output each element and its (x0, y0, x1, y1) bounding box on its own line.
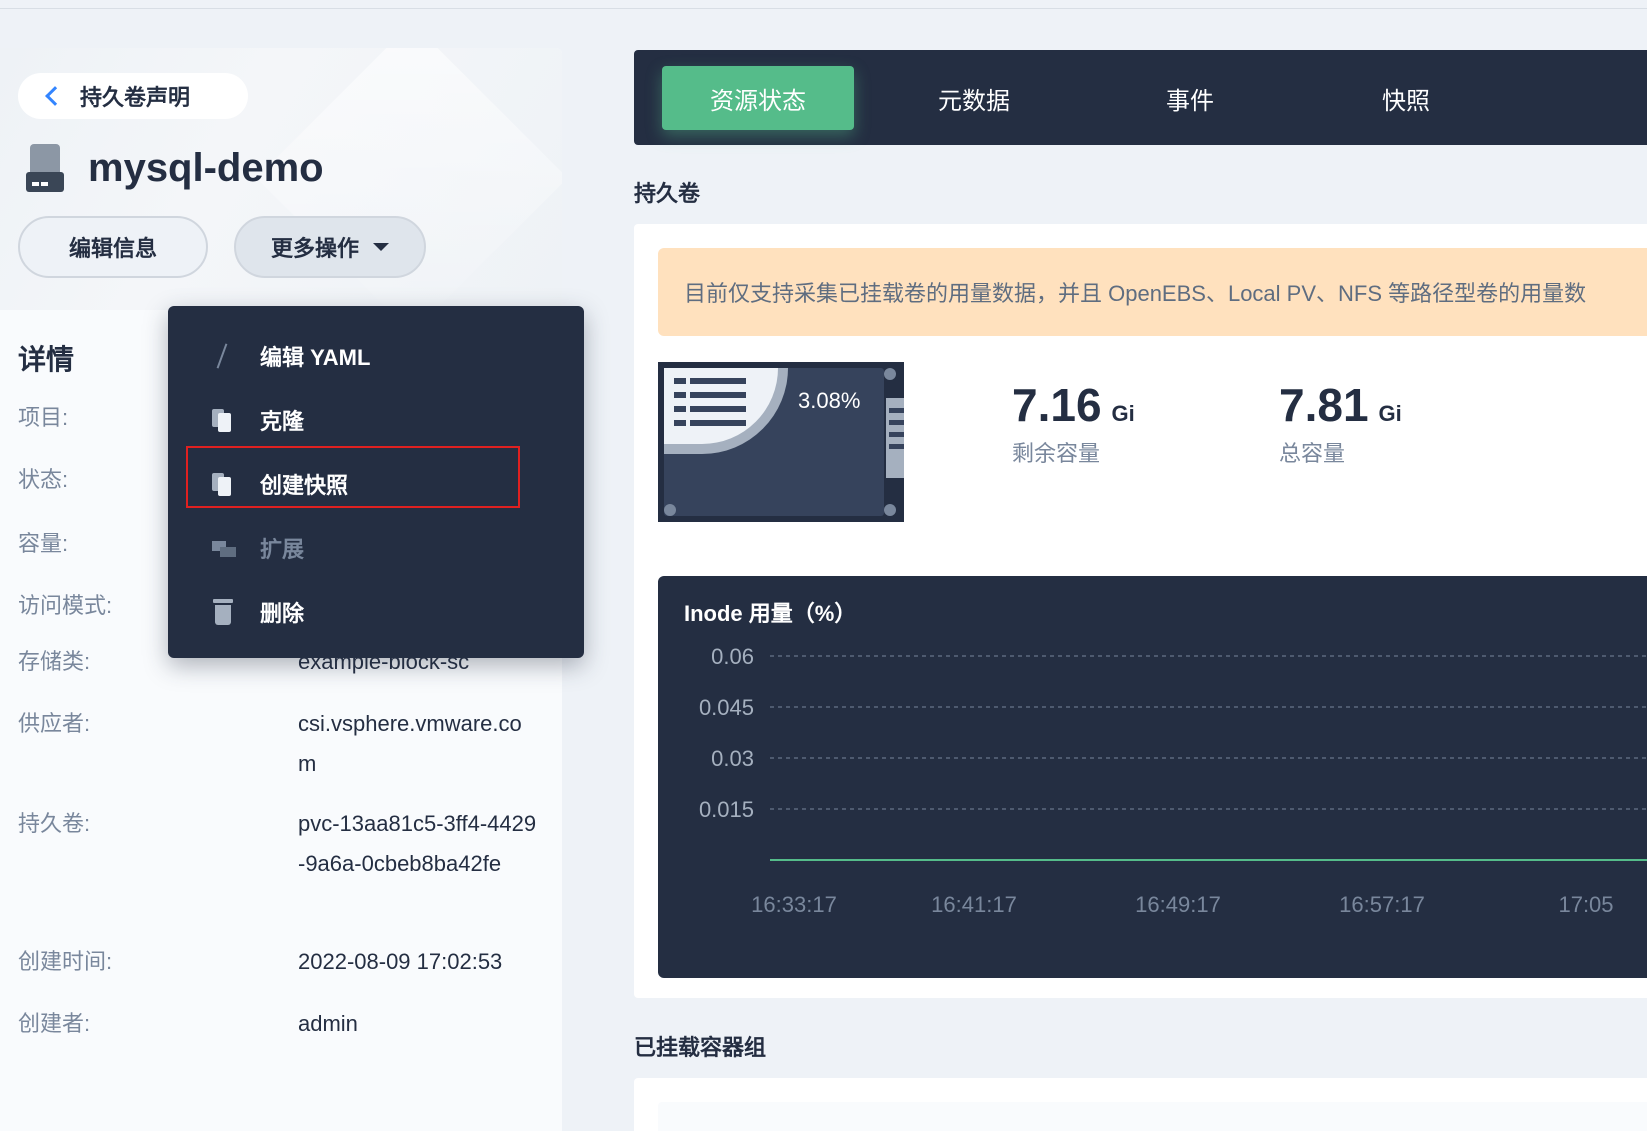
pencil-icon (212, 343, 232, 369)
detail-value: csi.vsphere.vmware.com (298, 711, 522, 776)
menu-item-label: 扩展 (260, 537, 305, 562)
tab-metadata[interactable]: 元数据 (878, 66, 1070, 130)
y-tick-label: 0.06 (711, 644, 754, 669)
menu-item-expand: 扩展 (212, 528, 304, 568)
menu-item-edit-yaml[interactable]: 编辑 YAML (212, 336, 370, 376)
detail-value: admin (298, 1011, 358, 1036)
title-row: mysql-demo (26, 144, 324, 192)
tab-snapshots[interactable]: 快照 (1310, 66, 1502, 130)
menu-item-label: 编辑 YAML (260, 345, 371, 370)
inode-usage-chart: Inode 用量（%） 0.06 0.045 0.03 0.015 16:33:17 16… (658, 576, 1647, 978)
detail-value: pvc-13aa81c5-3ff4-4429-9a6a-0cbeb8ba42fe (298, 811, 537, 876)
back-button[interactable]: 持久卷声明 (18, 73, 248, 119)
highlight-box (186, 446, 520, 508)
remaining-capacity: 7.16 Gi 剩余容量 (1012, 378, 1135, 468)
y-tick-label: 0.015 (699, 797, 754, 822)
mounted-pods-card (634, 1078, 1647, 1131)
caret-down-icon (373, 243, 389, 251)
notice-banner: 目前仅支持采集已挂载卷的用量数据，并且 OpenEBS、Local PV、NFS… (658, 248, 1647, 336)
x-tick-label: 16:57:17 (1339, 892, 1425, 917)
disk-usage-visual: 3.08% (658, 362, 904, 522)
tab-events[interactable]: 事件 (1094, 66, 1286, 130)
detail-key: 创建者: (18, 1011, 91, 1036)
y-tick-label: 0.03 (711, 746, 754, 771)
x-tick-label: 16:41:17 (931, 892, 1017, 917)
x-tick-label: 17:05 (1558, 892, 1613, 917)
y-tick-label: 0.045 (699, 695, 754, 720)
menu-item-label: 克隆 (260, 409, 305, 434)
remaining-label: 剩余容量 (1012, 441, 1101, 466)
chart-svg: 0.06 0.045 0.03 0.015 16:33:17 16:41:17 16:49:… (699, 644, 1647, 917)
remaining-value: 7.16 (1012, 379, 1102, 431)
total-unit: Gi (1378, 401, 1402, 426)
volume-card: 目前仅支持采集已挂载卷的用量数据，并且 OpenEBS、Local PV、NFS… (634, 224, 1647, 998)
detail-key: 创建时间: (18, 949, 113, 974)
back-label: 持久卷声明 (80, 85, 191, 110)
remaining-unit: Gi (1111, 401, 1135, 426)
total-capacity: 7.81 Gi 总容量 (1279, 378, 1402, 468)
more-actions-label: 更多操作 (270, 236, 359, 261)
total-value: 7.81 (1279, 379, 1369, 431)
page-title: mysql-demo (88, 145, 324, 190)
detail-row-creator: 创建者: admin (18, 1004, 538, 1044)
disk-icon (26, 144, 64, 192)
detail-row-persistent-volume: 持久卷: pvc-13aa81c5-3ff4-4429-9a6a-0cbeb8b… (18, 804, 538, 884)
menu-item-clone[interactable]: 克隆 (212, 400, 304, 440)
menu-item-label: 删除 (260, 601, 305, 626)
menu-item-delete[interactable]: 删除 (212, 592, 304, 632)
expand-icon (212, 535, 236, 561)
more-actions-button[interactable]: 更多操作 (234, 216, 426, 278)
detail-key: 供应者: (18, 711, 91, 736)
copy-icon (212, 407, 232, 433)
tab-resource-status[interactable]: 资源状态 (662, 66, 854, 130)
detail-row-provisioner: 供应者: csi.vsphere.vmware.com (18, 704, 538, 784)
detail-key: 持久卷: (18, 811, 91, 836)
volume-section-title: 持久卷 (634, 181, 701, 206)
chevron-left-icon (45, 86, 65, 106)
tab-bar: 资源状态 元数据 事件 快照 (634, 50, 1647, 145)
mounted-pods-title: 已挂载容器组 (634, 1035, 767, 1060)
edit-info-button[interactable]: 编辑信息 (18, 216, 208, 278)
total-label: 总容量 (1279, 441, 1346, 466)
x-tick-label: 16:33:17 (751, 892, 837, 917)
details-title: 详情 (18, 344, 75, 375)
x-tick-label: 16:49:17 (1135, 892, 1221, 917)
usage-percent: 3.08% (798, 388, 861, 413)
detail-row-created-time: 创建时间: 2022-08-09 17:02:53 (18, 942, 538, 982)
detail-value: 2022-08-09 17:02:53 (298, 949, 503, 974)
trash-icon (212, 599, 233, 625)
top-divider (0, 8, 1647, 9)
